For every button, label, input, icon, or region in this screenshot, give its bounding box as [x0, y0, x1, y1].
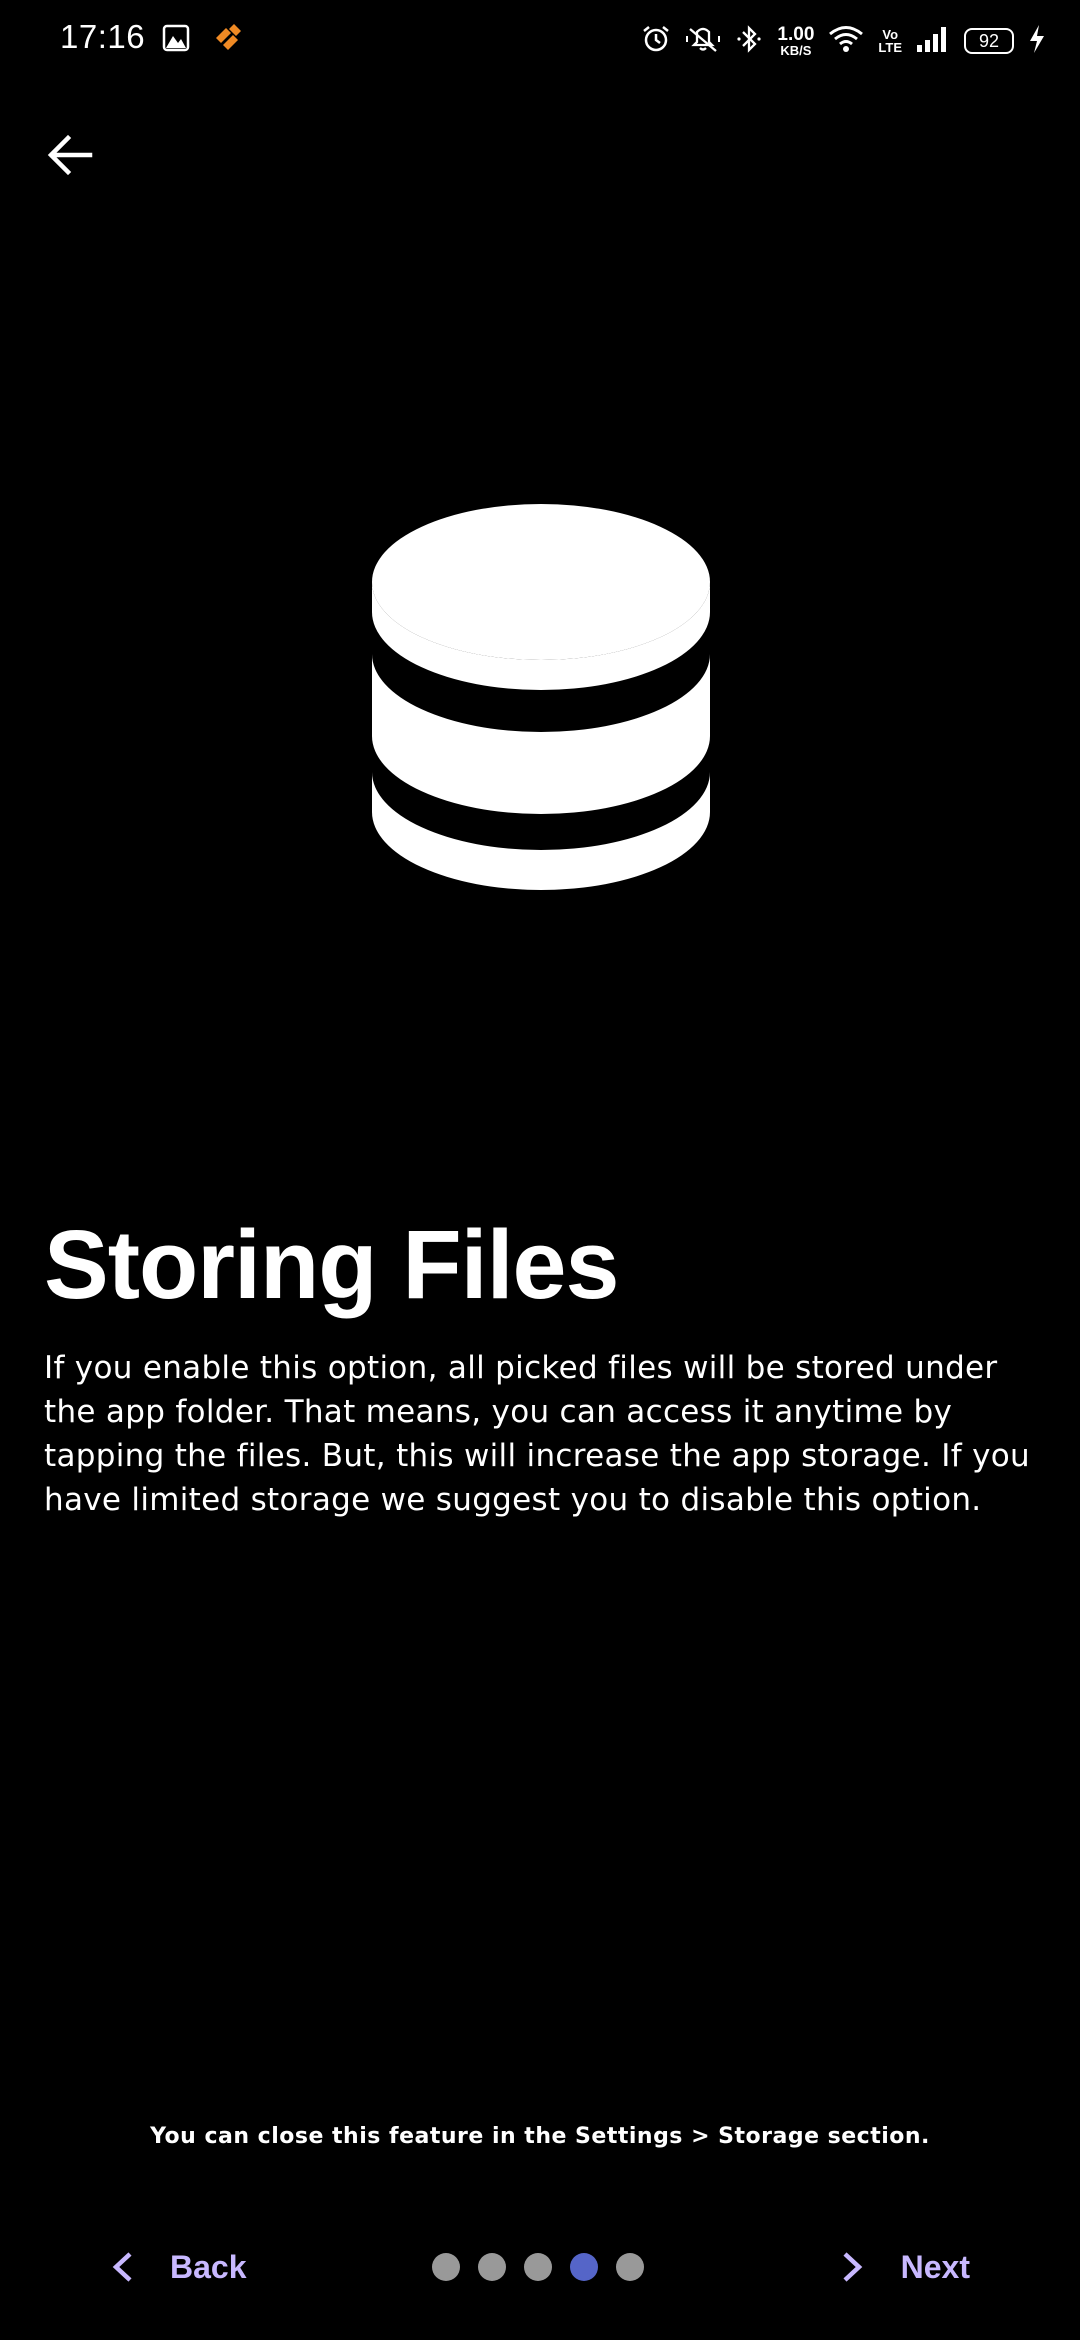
back-button-label: Back	[170, 2248, 247, 2285]
next-button[interactable]: Next	[841, 2236, 970, 2298]
page-title: Storing Files	[44, 1210, 619, 1319]
onboarding-nav: Back Next	[0, 2236, 1080, 2298]
page-dot-1[interactable]	[432, 2253, 460, 2281]
bluetooth-icon	[735, 24, 763, 59]
database-icon	[372, 504, 710, 890]
wifi-icon	[828, 24, 864, 59]
status-left-icons	[162, 24, 242, 57]
page-description: If you enable this option, all picked fi…	[44, 1350, 1030, 1518]
network-speed-value: 1.00	[777, 24, 815, 45]
app-notification-icon	[212, 24, 242, 57]
charging-icon	[1028, 24, 1046, 59]
network-speed: 1.00 KB/S	[777, 25, 814, 57]
chevron-right-icon	[843, 2252, 862, 2282]
volte-indicator: Vo LTE	[878, 28, 902, 54]
vibrate-icon	[685, 24, 721, 59]
volte-bottom: LTE	[878, 40, 902, 55]
battery-icon: 92	[964, 28, 1014, 54]
status-right-icons: 1.00 KB/S Vo LTE 92	[641, 20, 1046, 62]
network-speed-unit: KB/S	[780, 43, 812, 58]
back-arrow-button[interactable]	[44, 128, 98, 182]
status-time: 17:16	[60, 18, 146, 55]
page-dot-3[interactable]	[524, 2253, 552, 2281]
status-bar: 17:16 1.00 KB/S Vo LTE 92	[0, 0, 1080, 80]
page-dot-2[interactable]	[478, 2253, 506, 2281]
next-button-label: Next	[900, 2248, 970, 2285]
gallery-icon	[162, 24, 190, 57]
back-button[interactable]: Back	[110, 2236, 247, 2298]
chevron-left-icon	[112, 2252, 132, 2282]
footer-note: You can close this feature in the Settin…	[150, 2124, 930, 2149]
page-indicator	[432, 2253, 644, 2281]
page-dot-5[interactable]	[616, 2253, 644, 2281]
page-dot-4[interactable]	[570, 2253, 598, 2281]
signal-icon	[916, 25, 950, 58]
arrow-left-icon	[47, 134, 93, 176]
alarm-icon	[641, 24, 671, 59]
battery-level: 92	[978, 30, 1000, 51]
